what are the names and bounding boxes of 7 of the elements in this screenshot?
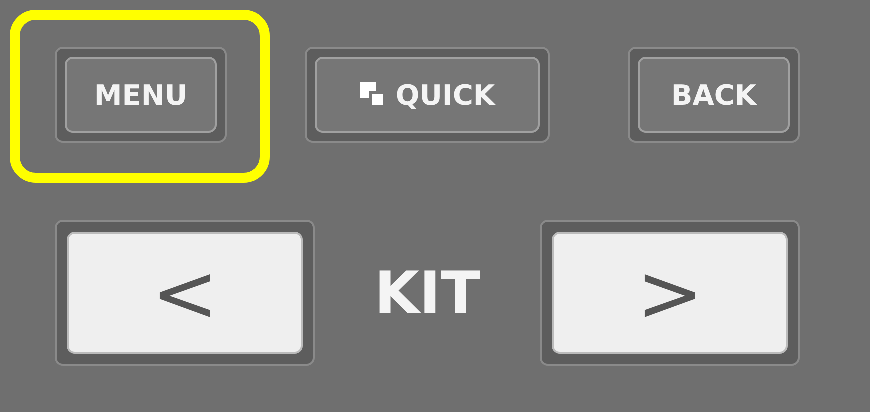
quick-button[interactable]: QUICK xyxy=(315,57,540,133)
squares-icon xyxy=(360,82,386,108)
kit-label: KIT xyxy=(373,259,482,327)
panel-button[interactable]: MENU xyxy=(65,57,217,133)
panel-button[interactable]: BACK xyxy=(638,57,790,133)
previous-button[interactable]: < xyxy=(67,232,303,354)
next-button[interactable]: > xyxy=(552,232,788,354)
